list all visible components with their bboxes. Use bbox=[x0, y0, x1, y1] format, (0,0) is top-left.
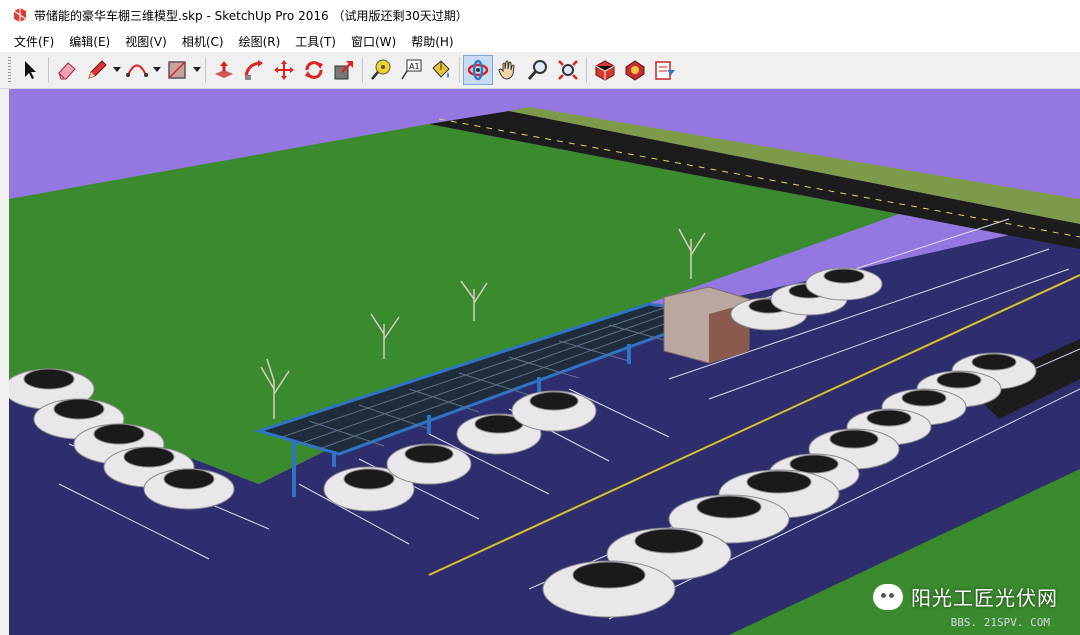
line-tool-dropdown[interactable] bbox=[112, 55, 122, 85]
eraser-tool-button[interactable] bbox=[52, 55, 82, 85]
toolbar-separator bbox=[205, 57, 206, 83]
scene-render bbox=[9, 107, 1080, 635]
text-label-icon: A1 bbox=[401, 59, 422, 80]
pan-tool-button[interactable] bbox=[493, 55, 523, 85]
toolbar-separator bbox=[586, 57, 587, 83]
watermark: 阳光工匠光伏网 bbox=[873, 582, 1058, 611]
extension-warehouse-button[interactable] bbox=[620, 55, 650, 85]
follow-me-icon bbox=[244, 60, 263, 80]
layout-document-icon bbox=[655, 61, 675, 80]
orbit-tool-button[interactable] bbox=[463, 55, 493, 85]
scale-icon bbox=[334, 61, 353, 80]
menu-window[interactable]: 窗口(W) bbox=[345, 31, 402, 52]
arc-tool-button[interactable] bbox=[122, 55, 152, 85]
push-pull-tool-button[interactable] bbox=[209, 55, 239, 85]
model-viewport[interactable]: 阳光工匠光伏网 BBS. 21SPV. COM bbox=[9, 89, 1080, 635]
tape-measure-tool-button[interactable] bbox=[366, 55, 396, 85]
menu-draw[interactable]: 绘图(R) bbox=[233, 31, 287, 52]
chevron-down-icon bbox=[193, 67, 201, 72]
shape-tool-button[interactable] bbox=[162, 55, 192, 85]
window-title: 带储能的豪华车棚三维模型.skp - SketchUp Pro 2016 （试用… bbox=[34, 8, 468, 23]
scale-tool-button[interactable] bbox=[329, 55, 359, 85]
extension-gem-icon bbox=[625, 60, 645, 81]
menu-bar: 文件(F) 编辑(E) 视图(V) 相机(C) 绘图(R) 工具(T) 窗口(W… bbox=[0, 30, 1080, 52]
warehouse-box-icon bbox=[595, 60, 615, 81]
car bbox=[386, 443, 472, 485]
push-pull-icon bbox=[215, 61, 233, 78]
title-bar: 带储能的豪华车棚三维模型.skp - SketchUp Pro 2016 （试用… bbox=[0, 0, 1080, 30]
car bbox=[143, 468, 235, 510]
car bbox=[511, 390, 597, 432]
toolbar-separator bbox=[362, 57, 363, 83]
text-tool-button[interactable]: A1 bbox=[396, 55, 426, 85]
line-tool-button[interactable] bbox=[82, 55, 112, 85]
pencil-icon bbox=[88, 60, 107, 79]
paint-bucket-icon bbox=[432, 60, 450, 78]
menu-camera[interactable]: 相机(C) bbox=[176, 31, 230, 52]
rectangle-icon bbox=[168, 61, 186, 79]
zoom-extents-icon bbox=[558, 60, 578, 80]
menu-file[interactable]: 文件(F) bbox=[8, 31, 60, 52]
rotate-tool-button[interactable] bbox=[299, 55, 329, 85]
arc-tool-dropdown[interactable] bbox=[152, 55, 162, 85]
watermark-url: BBS. 21SPV. COM bbox=[950, 616, 1050, 629]
text-tool-label: A1 bbox=[409, 62, 420, 71]
move-arrows-icon bbox=[274, 60, 294, 80]
chevron-down-icon bbox=[113, 67, 121, 72]
main-toolbar: A1 bbox=[0, 52, 1080, 89]
zoom-tool-button[interactable] bbox=[523, 55, 553, 85]
move-tool-button[interactable] bbox=[269, 55, 299, 85]
magnifier-icon bbox=[527, 60, 547, 80]
chevron-down-icon bbox=[153, 67, 161, 72]
toolbar-separator bbox=[48, 57, 49, 83]
tape-measure-icon bbox=[371, 59, 391, 80]
menu-help[interactable]: 帮助(H) bbox=[405, 31, 459, 52]
wechat-logo-icon bbox=[873, 583, 903, 610]
arc-icon bbox=[126, 64, 148, 77]
toolbar-separator bbox=[459, 57, 460, 83]
car bbox=[542, 560, 676, 618]
select-arrow-icon bbox=[25, 61, 36, 79]
car bbox=[805, 267, 883, 301]
eraser-icon bbox=[58, 62, 76, 80]
follow-me-tool-button[interactable] bbox=[239, 55, 269, 85]
toolbar-grip[interactable] bbox=[8, 57, 11, 83]
sketchup-logo-icon bbox=[13, 8, 27, 22]
menu-view[interactable]: 视图(V) bbox=[119, 31, 173, 52]
paint-bucket-tool-button[interactable] bbox=[426, 55, 456, 85]
send-to-layout-button[interactable] bbox=[650, 55, 680, 85]
select-tool-button[interactable] bbox=[15, 55, 45, 85]
watermark-text: 阳光工匠光伏网 bbox=[911, 586, 1058, 610]
orbit-icon bbox=[467, 59, 489, 81]
rotate-icon bbox=[305, 61, 323, 79]
menu-tools[interactable]: 工具(T) bbox=[289, 31, 342, 52]
3d-warehouse-button[interactable] bbox=[590, 55, 620, 85]
zoom-extents-tool-button[interactable] bbox=[553, 55, 583, 85]
shape-tool-dropdown[interactable] bbox=[192, 55, 202, 85]
menu-edit[interactable]: 编辑(E) bbox=[63, 31, 116, 52]
pan-hand-icon bbox=[498, 60, 515, 80]
